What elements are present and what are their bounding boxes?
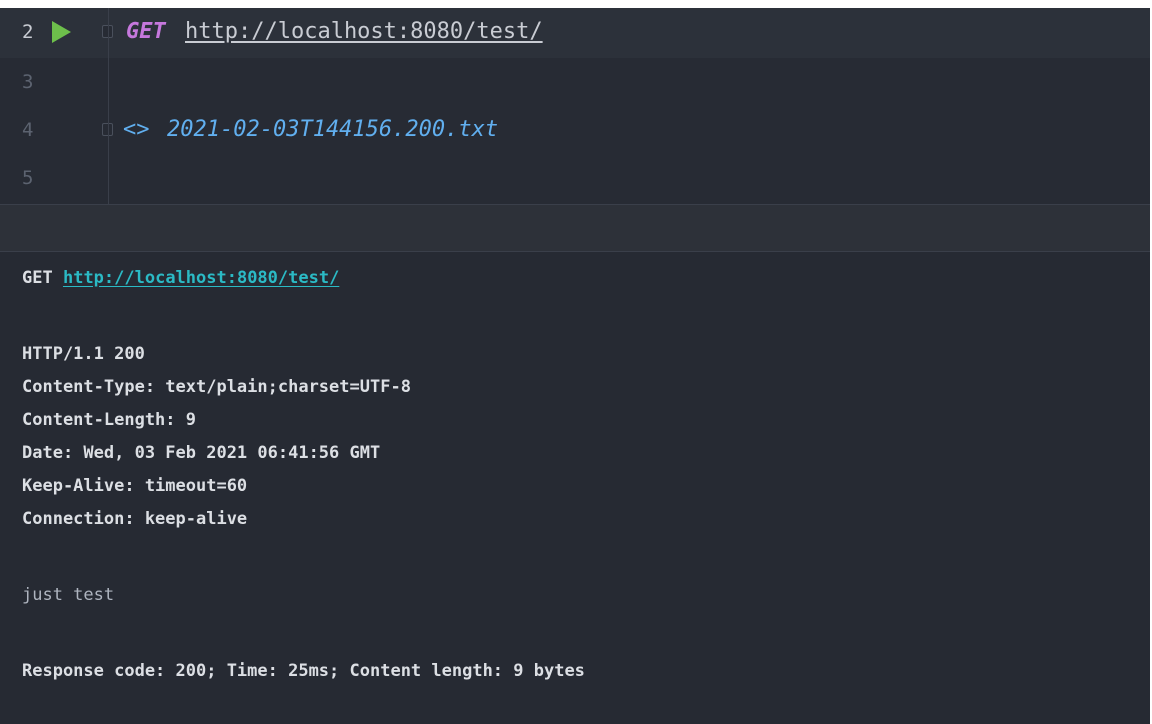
- line-number: 5: [22, 167, 34, 189]
- header-line: Connection: keep-alive: [22, 509, 248, 529]
- console-request-method: GET: [22, 268, 53, 288]
- line-number: 4: [22, 119, 34, 141]
- run-request-icon[interactable]: [52, 21, 71, 43]
- line-number: 3: [22, 71, 34, 93]
- gutter-divider: [108, 8, 109, 204]
- request-url[interactable]: http://localhost:8080/test/: [185, 19, 543, 45]
- header-line: Keep-Alive: timeout=60: [22, 476, 248, 496]
- header-line: Date: Wed, 03 Feb 2021 06:41:56 GMT: [22, 443, 381, 463]
- response-arrow-icon: <>: [123, 117, 150, 142]
- response-body: just test: [22, 585, 115, 605]
- console-request-line: GET http://localhost:8080/test/: [22, 267, 339, 289]
- line-number: 2: [22, 21, 34, 43]
- request-method: GET: [126, 19, 166, 44]
- editor-line: 2 GET http://localhost:8080/test/: [0, 8, 1150, 56]
- status-line: HTTP/1.1 200: [22, 344, 145, 364]
- response-summary: Response code: 200; Time: 25ms; Content …: [22, 661, 585, 681]
- editor-line: 4 <> 2021-02-03T144156.200.txt: [0, 106, 1150, 154]
- header-line: Content-Type: text/plain;charset=UTF-8: [22, 377, 411, 397]
- panel-splitter[interactable]: [0, 204, 1150, 252]
- editor-line: 5: [0, 154, 1150, 202]
- response-console: GET http://localhost:8080/test/ HTTP/1.1…: [0, 252, 1150, 724]
- editor-line: 3: [0, 58, 1150, 106]
- console-request-url[interactable]: http://localhost:8080/test/: [63, 268, 339, 288]
- http-client-window: 2 GET http://localhost:8080/test/ 3 4 <>…: [0, 8, 1150, 724]
- http-request-editor[interactable]: 2 GET http://localhost:8080/test/ 3 4 <>…: [0, 8, 1150, 204]
- response-file-link[interactable]: 2021-02-03T144156.200.txt: [167, 117, 498, 143]
- header-line: Content-Length: 9: [22, 410, 196, 430]
